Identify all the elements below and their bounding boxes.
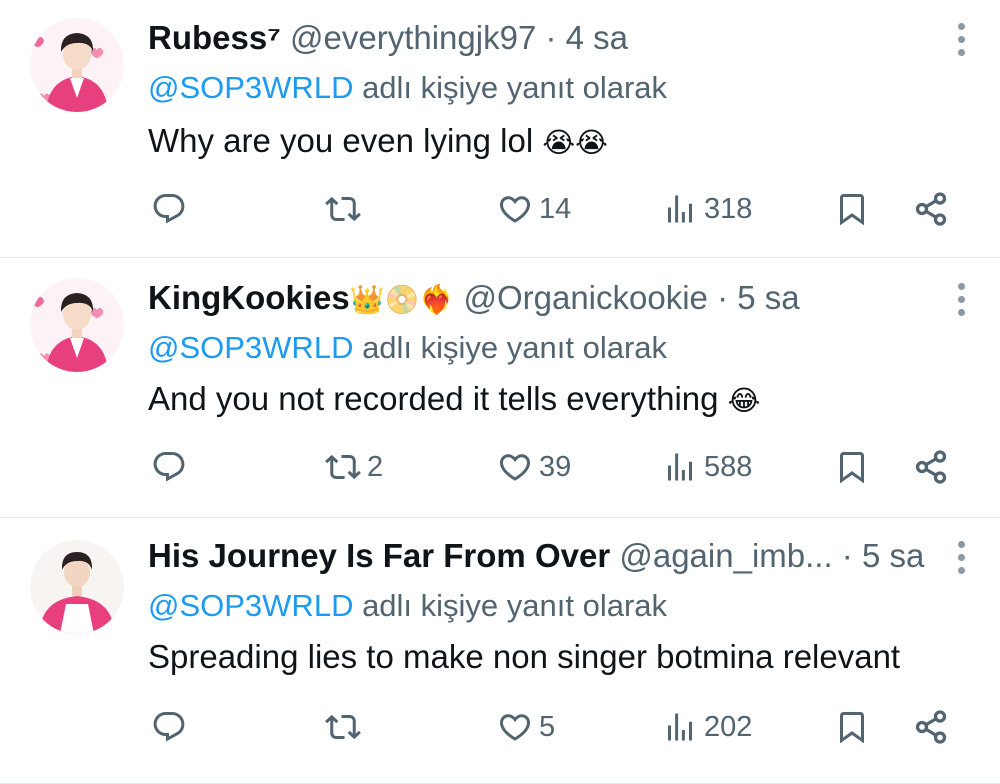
bookmark-icon: [834, 709, 870, 745]
replying-to: @SOP3WRLD adlı kişiye yanıt olarak: [148, 586, 667, 626]
bookmark-icon: [834, 191, 870, 227]
tweet-text-emoji: 😭😭: [542, 126, 608, 159]
tweet-header: Rubess⁷ @everythingjk97 · 4 sa: [148, 18, 628, 60]
views-button[interactable]: 202: [662, 705, 752, 749]
share-icon: [913, 709, 949, 745]
reply-bubble-icon: [151, 449, 187, 485]
display-name[interactable]: His Journey Is Far From Over: [148, 537, 610, 574]
separator-dot: ·: [545, 19, 557, 56]
reply-bubble-icon: [151, 191, 187, 227]
reply-button[interactable]: [151, 445, 193, 489]
retweet-icon: [325, 709, 361, 745]
separator-dot: ·: [717, 279, 729, 316]
reply-button[interactable]: [151, 705, 193, 749]
share-button[interactable]: [913, 705, 949, 749]
avatar-image: [30, 18, 124, 112]
mention-link[interactable]: @SOP3WRLD: [148, 588, 353, 623]
bookmark-icon: [834, 449, 870, 485]
replying-to-suffix: adlı kişiye yanıt olarak: [353, 588, 668, 623]
tweet-text-emoji: 😂: [727, 384, 761, 417]
tweet-text: Why are you even lying lol 😭😭: [148, 120, 608, 164]
avatar-image: [30, 540, 124, 634]
tweet-text-content: Why are you even lying lol: [148, 122, 543, 159]
user-handle[interactable]: @everythingjk97: [290, 19, 536, 56]
share-button[interactable]: [913, 445, 949, 489]
separator-dot: ·: [841, 537, 853, 574]
tweet[interactable]: KingKookies👑📀❤️‍🔥 @Organickookie · 5 sa …: [0, 258, 1000, 518]
heart-icon: [497, 709, 533, 745]
like-count: 39: [539, 450, 572, 483]
retweet-button[interactable]: [325, 705, 367, 749]
views-bar-chart-icon: [662, 449, 698, 485]
reply-bubble-icon: [151, 709, 187, 745]
share-icon: [913, 191, 949, 227]
views-bar-chart-icon: [662, 709, 698, 745]
view-count: 588: [704, 450, 753, 483]
retweet-icon: [325, 449, 361, 485]
replying-to: @SOP3WRLD adlı kişiye yanıt olarak: [148, 68, 667, 108]
heart-icon: [497, 191, 533, 227]
user-handle[interactable]: @again_imb...: [619, 537, 832, 574]
retweet-icon: [325, 191, 361, 227]
tweet-header: KingKookies👑📀❤️‍🔥 @Organickookie · 5 sa: [148, 278, 800, 320]
retweet-count: 2: [367, 450, 384, 483]
mention-link[interactable]: @SOP3WRLD: [148, 330, 353, 365]
tweet[interactable]: His Journey Is Far From Over @again_imb.…: [0, 518, 1000, 784]
like-count: 14: [539, 192, 572, 225]
avatar[interactable]: [30, 540, 124, 634]
bookmark-button[interactable]: [834, 445, 870, 489]
reply-button[interactable]: [151, 187, 193, 231]
share-icon: [913, 449, 949, 485]
replying-to: @SOP3WRLD adlı kişiye yanıt olarak: [148, 328, 667, 368]
display-name-emoji: 👑📀❤️‍🔥: [349, 283, 455, 316]
tweet-text-content: Spreading lies to make non singer botmin…: [148, 638, 901, 675]
timestamp[interactable]: 5 sa: [737, 279, 799, 316]
timestamp[interactable]: 4 sa: [566, 19, 628, 56]
tweet-text: And you not recorded it tells everything…: [148, 378, 760, 422]
like-count: 5: [539, 710, 556, 743]
more-vertical-icon[interactable]: [956, 283, 966, 316]
mention-link[interactable]: @SOP3WRLD: [148, 70, 353, 105]
views-button[interactable]: 318: [662, 187, 752, 231]
display-name[interactable]: Rubess⁷: [148, 19, 281, 56]
more-vertical-icon[interactable]: [956, 23, 966, 56]
timestamp[interactable]: 5 sa: [862, 537, 924, 574]
more-vertical-icon[interactable]: [956, 541, 966, 574]
action-bar: 2 39 588: [0, 445, 1000, 489]
like-button[interactable]: 14: [497, 187, 571, 231]
retweet-button[interactable]: [325, 187, 367, 231]
avatar[interactable]: [30, 278, 124, 372]
tweet[interactable]: Rubess⁷ @everythingjk97 · 4 sa @SOP3WRLD…: [0, 0, 1000, 258]
avatar[interactable]: [30, 18, 124, 112]
views-button[interactable]: 588: [662, 445, 752, 489]
action-bar: 5 202: [0, 705, 1000, 749]
user-handle[interactable]: @Organickookie: [463, 279, 707, 316]
heart-icon: [497, 449, 533, 485]
replying-to-suffix: adlı kişiye yanıt olarak: [353, 330, 668, 365]
avatar-image: [30, 278, 124, 372]
action-bar: 14 318: [0, 187, 1000, 231]
tweet-text: Spreading lies to make non singer botmin…: [148, 636, 900, 680]
tweet-text-content: And you not recorded it tells everything: [148, 380, 728, 417]
retweet-button[interactable]: 2: [325, 445, 383, 489]
replying-to-suffix: adlı kişiye yanıt olarak: [353, 70, 668, 105]
tweet-header: His Journey Is Far From Over @again_imb.…: [148, 536, 924, 578]
share-button[interactable]: [913, 187, 949, 231]
like-button[interactable]: 5: [497, 705, 555, 749]
bookmark-button[interactable]: [834, 187, 870, 231]
display-name[interactable]: KingKookies: [148, 279, 350, 316]
bookmark-button[interactable]: [834, 705, 870, 749]
like-button[interactable]: 39: [497, 445, 571, 489]
views-bar-chart-icon: [662, 191, 698, 227]
view-count: 318: [704, 192, 753, 225]
view-count: 202: [704, 710, 753, 743]
